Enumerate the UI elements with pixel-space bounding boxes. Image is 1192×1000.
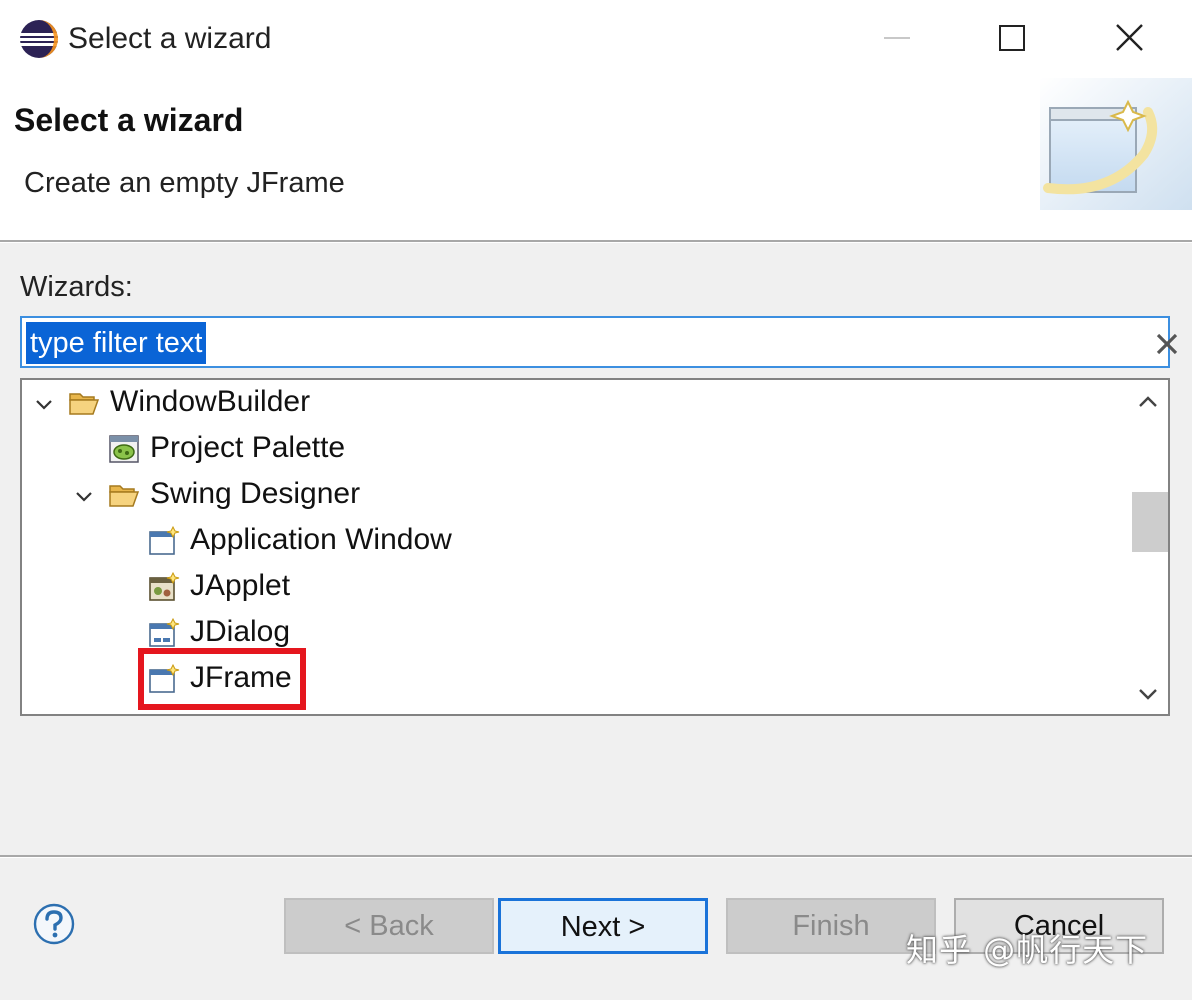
folder-open-icon: [69, 393, 100, 415]
tree-scrollbar[interactable]: [1126, 380, 1168, 714]
tree-item-windowbuilder[interactable]: WindowBuilder: [22, 380, 1122, 426]
chevron-up-icon[interactable]: [1134, 388, 1162, 416]
applet-icon: [149, 572, 180, 601]
wizard-tree[interactable]: WindowBuilder Project Palette Swing Desi…: [20, 378, 1170, 716]
close-button[interactable]: [1104, 16, 1154, 62]
tree-item-project-palette[interactable]: Project Palette: [22, 426, 1122, 472]
tree-item-label: Project Palette: [150, 431, 346, 464]
tree-item-label: JDialog: [190, 615, 291, 648]
chevron-down-icon[interactable]: [32, 392, 56, 416]
footer-separator: [0, 855, 1192, 858]
back-button[interactable]: < Back: [284, 898, 494, 954]
window-wizard-icon: [149, 526, 180, 555]
maximize-button[interactable]: [988, 16, 1038, 62]
watermark: 知乎 @帆行天下: [906, 931, 1149, 969]
window-title: Select a wizard: [68, 22, 272, 55]
tree-item-label: Swing Designer: [150, 477, 361, 510]
help-icon[interactable]: [32, 902, 76, 946]
tree-item-application-window[interactable]: Application Window: [22, 518, 1122, 564]
minimize-icon: [884, 37, 910, 39]
page-title: Select a wizard: [14, 102, 244, 138]
next-button[interactable]: Next >: [498, 898, 708, 954]
eclipse-icon: [20, 20, 58, 58]
clear-icon[interactable]: [1150, 327, 1184, 361]
maximize-icon: [999, 25, 1025, 51]
close-icon: [1116, 24, 1143, 51]
folder-open-icon: [109, 485, 140, 507]
wizard-header: Select a wizard Create an empty JFrame: [0, 78, 1192, 240]
tree-item-label: JApplet: [190, 569, 291, 602]
jframe-highlight: [138, 648, 306, 710]
scrollbar-thumb[interactable]: [1132, 492, 1168, 552]
tree-item-label: Application Window: [190, 523, 452, 556]
chevron-down-icon[interactable]: [72, 484, 96, 508]
chevron-down-icon[interactable]: [1134, 680, 1162, 708]
new-wizard-banner-icon: [1040, 78, 1192, 210]
page-description: Create an empty JFrame: [24, 167, 345, 199]
wizards-label: Wizards:: [20, 271, 133, 303]
finish-button[interactable]: Finish: [726, 898, 936, 954]
filter-text-selected[interactable]: type filter text: [26, 322, 207, 364]
header-separator: [0, 240, 1192, 243]
title-bar: Select a wizard: [0, 0, 1192, 78]
tree-item-swing-designer[interactable]: Swing Designer: [22, 472, 1122, 518]
tree-item-label: WindowBuilder: [110, 385, 311, 418]
tree-item-japplet[interactable]: JApplet: [22, 564, 1122, 610]
filter-field[interactable]: type filter text: [20, 316, 1178, 368]
dialog-wizard-icon: [149, 618, 180, 647]
minimize-button[interactable]: [872, 16, 922, 62]
palette-icon: [109, 435, 139, 463]
